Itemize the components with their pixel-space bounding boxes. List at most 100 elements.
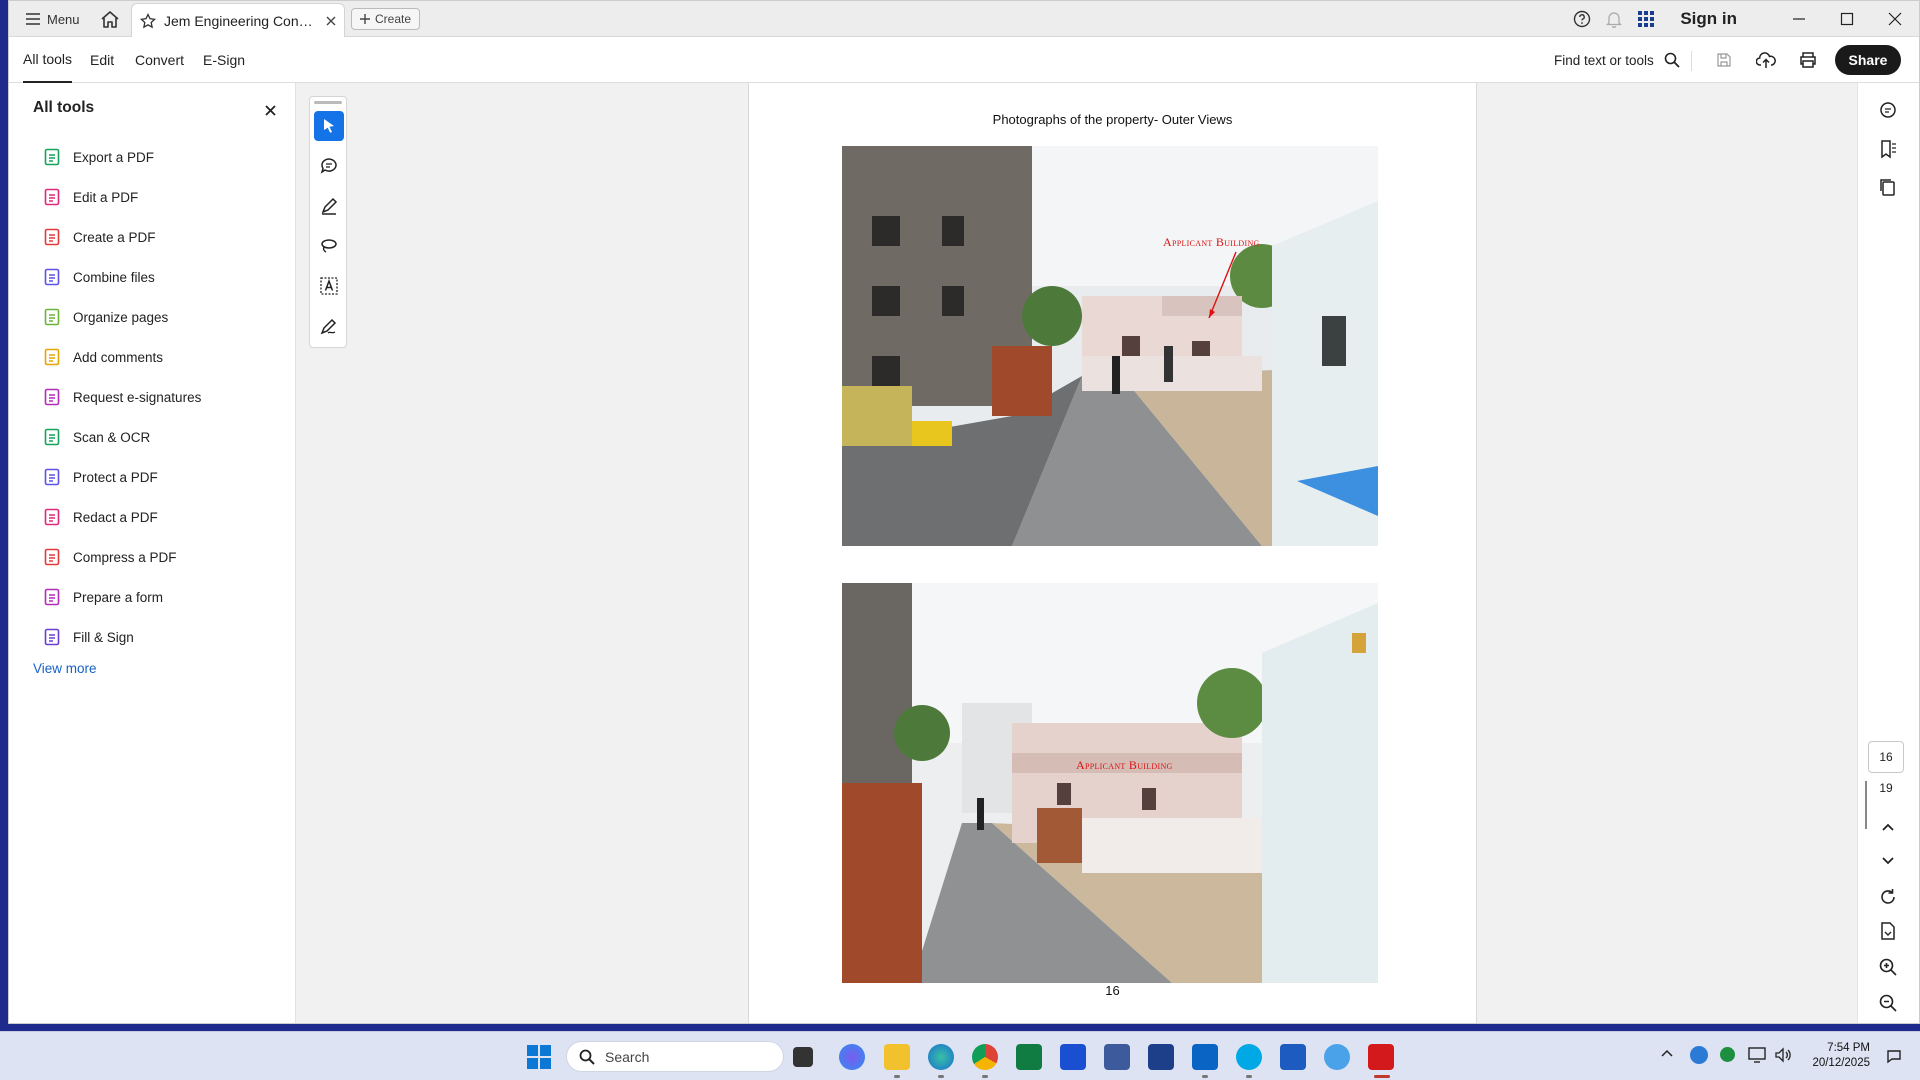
clock-date: 20/12/2025 [1812, 1057, 1870, 1069]
tab-edit[interactable]: Edit [90, 37, 114, 83]
drag-handle[interactable] [314, 101, 342, 104]
windows-start-icon[interactable] [527, 1045, 551, 1069]
tool-item-redact-a-pdf[interactable]: Redact a PDF [43, 503, 158, 531]
vertical-scrollbar[interactable] [1865, 781, 1867, 829]
tool-item-prepare-a-form[interactable]: Prepare a form [43, 583, 163, 611]
share-button[interactable]: Share [1835, 45, 1901, 75]
maximize-icon[interactable] [1823, 1, 1871, 37]
pdf-page: Photographs of the property- Outer Views [748, 83, 1477, 1023]
taskbar-clock[interactable]: 7:54 PM 20/12/2025 [1806, 1041, 1870, 1071]
edge-icon[interactable] [928, 1044, 954, 1070]
redact-pdf-icon [43, 508, 61, 526]
tool-item-create-a-pdf[interactable]: Create a PDF [43, 223, 156, 251]
tab-esign[interactable]: E-Sign [203, 37, 245, 83]
tool-item-combine-files[interactable]: Combine files [43, 263, 155, 291]
sign-in-link[interactable]: Sign in [1680, 9, 1737, 29]
notepad-icon[interactable] [1148, 1044, 1174, 1070]
word-icon[interactable] [1280, 1044, 1306, 1070]
tool-item-protect-a-pdf[interactable]: Protect a PDF [43, 463, 158, 491]
excel-icon[interactable] [1016, 1044, 1042, 1070]
photos-icon[interactable] [1324, 1044, 1350, 1070]
previous-page-icon[interactable] [1874, 813, 1902, 841]
tool-item-fill-sign[interactable]: Fill & Sign [43, 623, 134, 651]
organize-pages-icon [43, 308, 61, 326]
tab-convert[interactable]: Convert [135, 37, 184, 83]
taskbar-search[interactable]: Search [566, 1041, 784, 1072]
tool-label: Protect a PDF [73, 469, 158, 485]
task-view-icon[interactable] [793, 1047, 813, 1067]
highlight-pen-icon[interactable] [314, 191, 344, 221]
tool-item-edit-a-pdf[interactable]: Edit a PDF [43, 183, 138, 211]
menu-label: Menu [47, 11, 80, 27]
cloud-upload-icon[interactable] [1751, 46, 1781, 74]
document-tab[interactable]: Jem Engineering Consult... [131, 3, 345, 37]
running-indicator [1202, 1075, 1208, 1078]
close-tab-icon[interactable] [326, 16, 336, 26]
close-window-icon[interactable] [1871, 1, 1919, 37]
tab-all-tools[interactable]: All tools [23, 37, 73, 83]
tool-item-request-e-signatures[interactable]: Request e-signatures [43, 383, 201, 411]
chevron-up-icon[interactable] [1660, 1048, 1674, 1058]
comments-pane-icon[interactable] [1874, 97, 1902, 125]
acrobat-icon[interactable] [1368, 1044, 1394, 1070]
apps-grid-icon[interactable] [1630, 1, 1662, 37]
print-icon[interactable] [1793, 46, 1823, 74]
view-more-link[interactable]: View more [33, 661, 97, 676]
draw-lasso-icon[interactable] [314, 231, 344, 261]
export-pdf-icon [43, 148, 61, 166]
create-button[interactable]: Create [351, 8, 421, 30]
store-icon[interactable] [1060, 1044, 1086, 1070]
menu-button[interactable]: Menu [19, 7, 86, 31]
tool-item-organize-pages[interactable]: Organize pages [43, 303, 168, 331]
running-indicator [894, 1075, 900, 1078]
text-box-icon[interactable] [314, 271, 344, 301]
notifications-bell-icon[interactable] [1598, 1, 1630, 37]
zoom-in-icon[interactable] [1874, 953, 1902, 981]
scan-ocr-icon [43, 428, 61, 446]
clock-time: 7:54 PM [1827, 1042, 1870, 1054]
star-icon[interactable] [140, 12, 156, 29]
skype-icon[interactable] [1236, 1044, 1262, 1070]
tool-item-compress-a-pdf[interactable]: Compress a PDF [43, 543, 177, 571]
active-app-indicator [1374, 1075, 1390, 1078]
current-page-input[interactable]: 16 [1868, 741, 1904, 773]
bookmarks-icon[interactable] [1874, 135, 1902, 163]
photo-label-applicant-building-2: Applicant Building [1076, 758, 1173, 772]
quick-tools-bar [309, 96, 347, 348]
display-icon[interactable] [1748, 1047, 1766, 1063]
help-icon[interactable] [1566, 1, 1598, 37]
search-placeholder: Search [605, 1048, 650, 1065]
minimize-icon[interactable] [1775, 1, 1823, 37]
page-thumbnails-icon[interactable] [1874, 173, 1902, 201]
copilot-icon[interactable] [839, 1044, 865, 1070]
file-explorer-icon[interactable] [884, 1044, 910, 1070]
notification-center-icon[interactable] [1886, 1048, 1902, 1064]
right-rail: 16 19 [1857, 83, 1919, 1023]
zoom-out-icon[interactable] [1874, 989, 1902, 1017]
chrome-icon[interactable] [972, 1044, 998, 1070]
tool-label: Export a PDF [73, 149, 155, 165]
tool-label: Combine files [73, 269, 155, 285]
running-indicator [982, 1075, 988, 1078]
sign-pen-icon[interactable] [314, 311, 344, 341]
tool-item-export-a-pdf[interactable]: Export a PDF [43, 143, 154, 171]
save-icon[interactable] [1709, 46, 1739, 74]
page-fit-icon[interactable] [1874, 917, 1902, 945]
find-tools-button[interactable]: Find text or tools [1554, 45, 1680, 75]
volume-icon[interactable] [1774, 1047, 1792, 1063]
comment-tool-icon[interactable] [314, 151, 344, 181]
home-icon[interactable] [97, 7, 123, 31]
tool-label: Prepare a form [73, 589, 164, 605]
close-panel-icon[interactable] [261, 101, 279, 119]
select-tool-icon[interactable] [314, 111, 344, 141]
network-globe-icon[interactable] [1690, 1046, 1708, 1064]
tool-item-scan-ocr[interactable]: Scan & OCR [43, 423, 150, 451]
rotate-icon[interactable] [1874, 883, 1902, 911]
calculator-icon[interactable] [1104, 1044, 1130, 1070]
edit-pdf-icon [43, 188, 61, 206]
next-page-icon[interactable] [1874, 847, 1902, 875]
security-status-icon[interactable] [1720, 1047, 1735, 1062]
find-label: Find text or tools [1554, 52, 1654, 68]
outlook-icon[interactable] [1192, 1044, 1218, 1070]
tool-item-add-comments[interactable]: Add comments [43, 343, 163, 371]
